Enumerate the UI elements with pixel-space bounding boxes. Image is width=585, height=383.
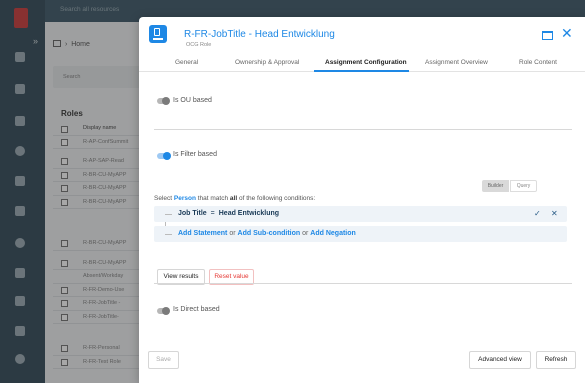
tab-assignment-configuration[interactable]: Assignment Configuration [325,59,407,66]
tab-role-content[interactable]: Role Content [519,59,557,66]
confirm-check-icon[interactable]: ✓ [534,209,541,218]
tree-branch-line [165,214,172,215]
add-condition-row: Add Statement or Add Sub-condition or Ad… [154,226,567,242]
direct-based-label: Is Direct based [173,306,220,313]
add-or-text: or [302,230,309,237]
condition-entity[interactable]: Person [174,195,196,202]
add-statement-link[interactable]: Add Statement [178,230,227,237]
statement-operator: = [210,210,215,217]
ou-based-label: Is OU based [173,97,212,104]
condition-prefix: Select [154,195,173,202]
condition-quantifier[interactable]: all [230,195,237,202]
condition-suffix: of the following conditions: [238,195,316,202]
role-detail-dialog: R-FR-JobTitle - Head Entwicklung OCG Rol… [139,17,585,383]
maximize-icon[interactable] [542,31,553,40]
tree-branch-line [165,234,172,235]
section-divider [154,283,572,284]
add-condition-actions: Add Statement or Add Sub-condition or Ad… [178,230,356,237]
advanced-view-button[interactable]: Advanced view [469,351,531,369]
condition-middle: that match [197,195,229,202]
ou-based-toggle[interactable] [157,97,170,105]
toggle-knob [162,307,170,315]
toggle-knob [163,152,171,160]
remove-statement-icon[interactable]: ✕ [551,209,558,218]
statement-value: Head Entwicklung [218,210,280,217]
dialog-tabs: General Ownership & Approval Assignment … [139,57,585,72]
active-tab-indicator [314,70,409,72]
condition-statement-row[interactable]: Job Title = Head Entwicklung ✓ ✕ [154,206,567,222]
direct-based-toggle[interactable] [157,307,170,315]
filter-based-label: Is Filter based [173,151,217,158]
refresh-button[interactable]: Refresh [536,351,576,369]
toggle-knob [162,97,170,105]
condition-statement[interactable]: Job Title = Head Entwicklung [178,210,279,217]
add-or-text: or [229,230,236,237]
dialog-title: R-FR-JobTitle - Head Entwicklung [184,29,335,40]
builder-mode-button[interactable]: Builder [482,180,509,192]
role-badge-icon [149,25,167,43]
condition-description: Select Person that match all of the foll… [154,195,315,202]
tab-general[interactable]: General [175,59,198,66]
save-button[interactable]: Save [148,351,179,369]
tab-ownership-approval[interactable]: Ownership & Approval [235,59,299,66]
tab-assignment-overview[interactable]: Assignment Overview [425,59,488,66]
statement-field: Job Title [178,210,207,217]
add-subcondition-link[interactable]: Add Sub-condition [238,230,301,237]
add-negation-link[interactable]: Add Negation [310,230,356,237]
dialog-subtitle: OCG Role [186,42,212,48]
query-mode-button[interactable]: Query [510,180,537,192]
filter-based-toggle[interactable] [157,152,171,160]
close-icon[interactable]: ✕ [561,26,573,40]
section-divider [154,129,572,130]
